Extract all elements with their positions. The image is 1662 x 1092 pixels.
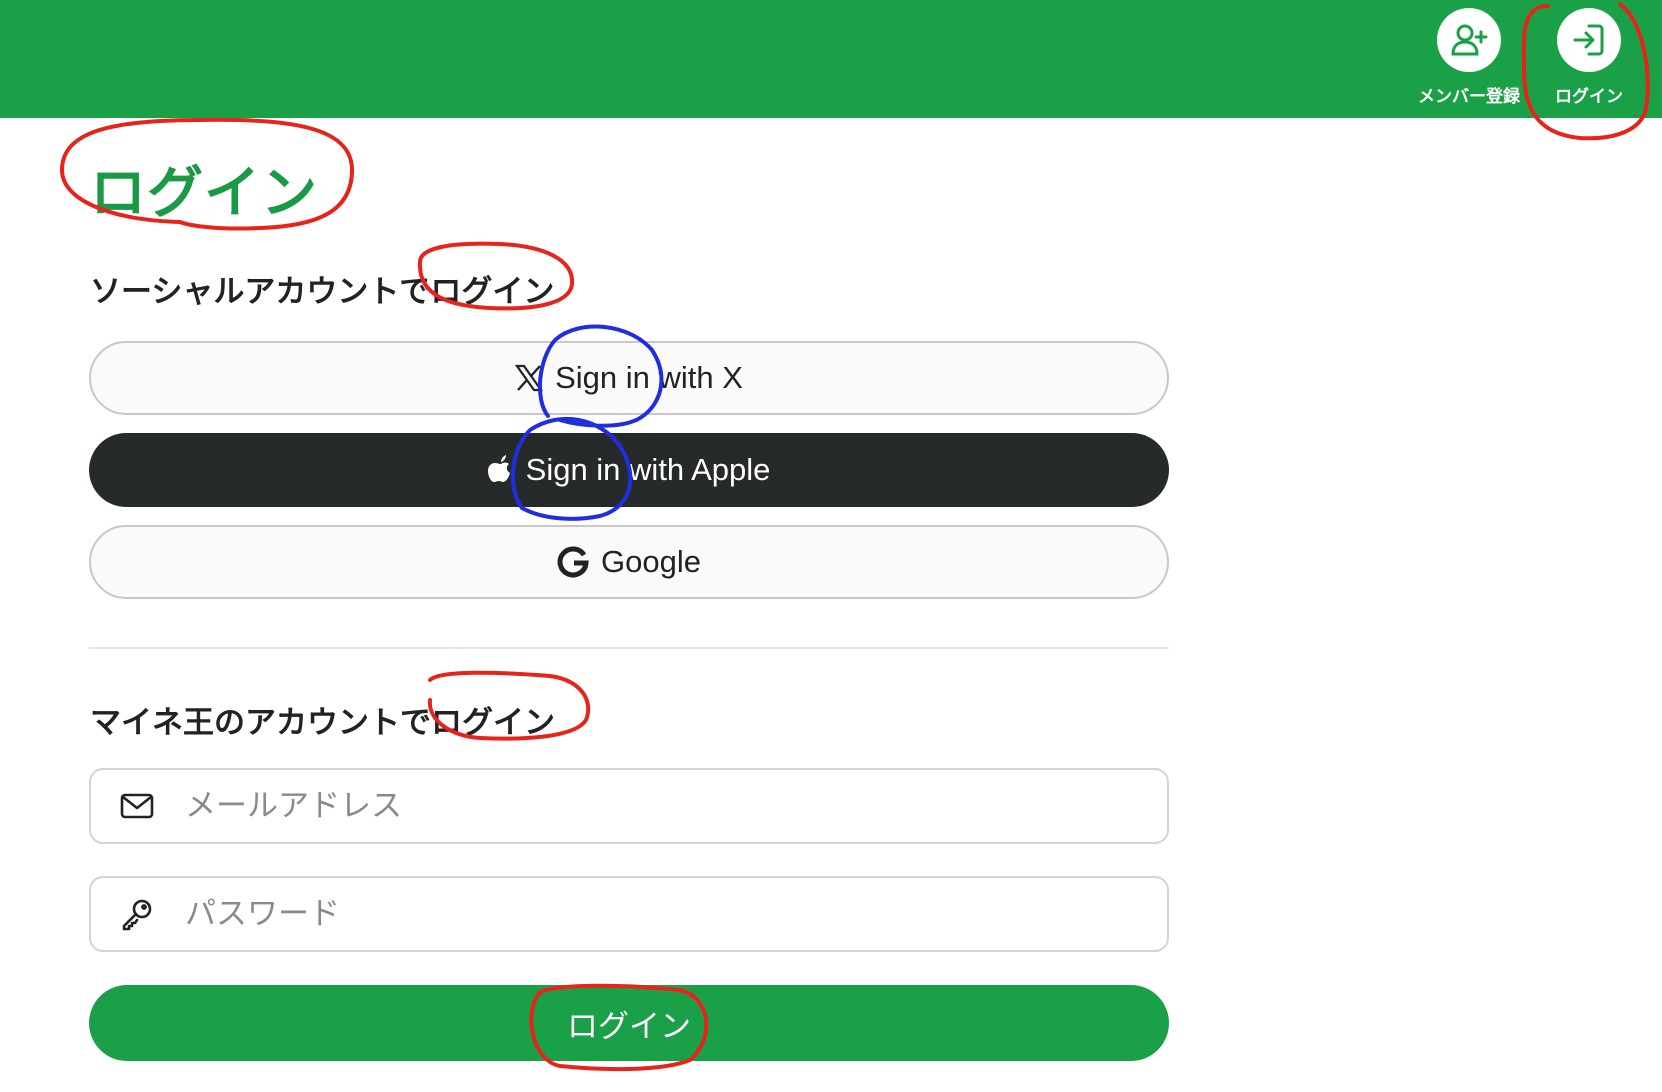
password-input[interactable] [183,895,1087,933]
sign-in-with-google-label: Google [601,544,701,579]
mineo-login-heading: マイネ王のアカウントでログイン [90,705,555,741]
email-input[interactable] [183,787,1087,825]
google-logo-icon [557,546,589,578]
user-plus-icon [1437,8,1501,72]
sign-in-with-x-button[interactable]: Sign in with X [89,341,1169,415]
page-title: ログイン [90,161,318,226]
sign-in-with-apple-label: Sign in with Apple [525,452,771,487]
envelope-icon [117,793,157,819]
login-arrow-icon [1557,8,1621,72]
section-divider [89,647,1169,649]
site-header: メンバー登録 ログイン [0,0,1662,118]
x-logo-icon [515,364,544,392]
login-nav-label: ログイン [1555,87,1623,107]
sign-in-with-google-button[interactable]: Google [89,525,1169,599]
login-nav[interactable]: ログイン [1529,8,1649,108]
sign-in-with-apple-button[interactable]: Sign in with Apple [89,433,1169,507]
login-submit-button[interactable]: ログイン [89,985,1169,1061]
password-field[interactable] [89,876,1169,952]
login-page: メンバー登録 ログイン ログイン ソーシャルアカウントでログイン Sign in [0,0,1662,1092]
email-field[interactable] [89,768,1169,844]
member-register-label: メンバー登録 [1418,87,1520,107]
login-submit-label: ログイン [567,1008,691,1045]
member-register-nav[interactable]: メンバー登録 [1409,8,1529,108]
social-login-heading: ソーシャルアカウントでログイン [90,274,555,310]
key-icon [117,897,157,931]
sign-in-with-x-label: Sign in with X [555,360,743,395]
apple-logo-icon [487,455,514,485]
